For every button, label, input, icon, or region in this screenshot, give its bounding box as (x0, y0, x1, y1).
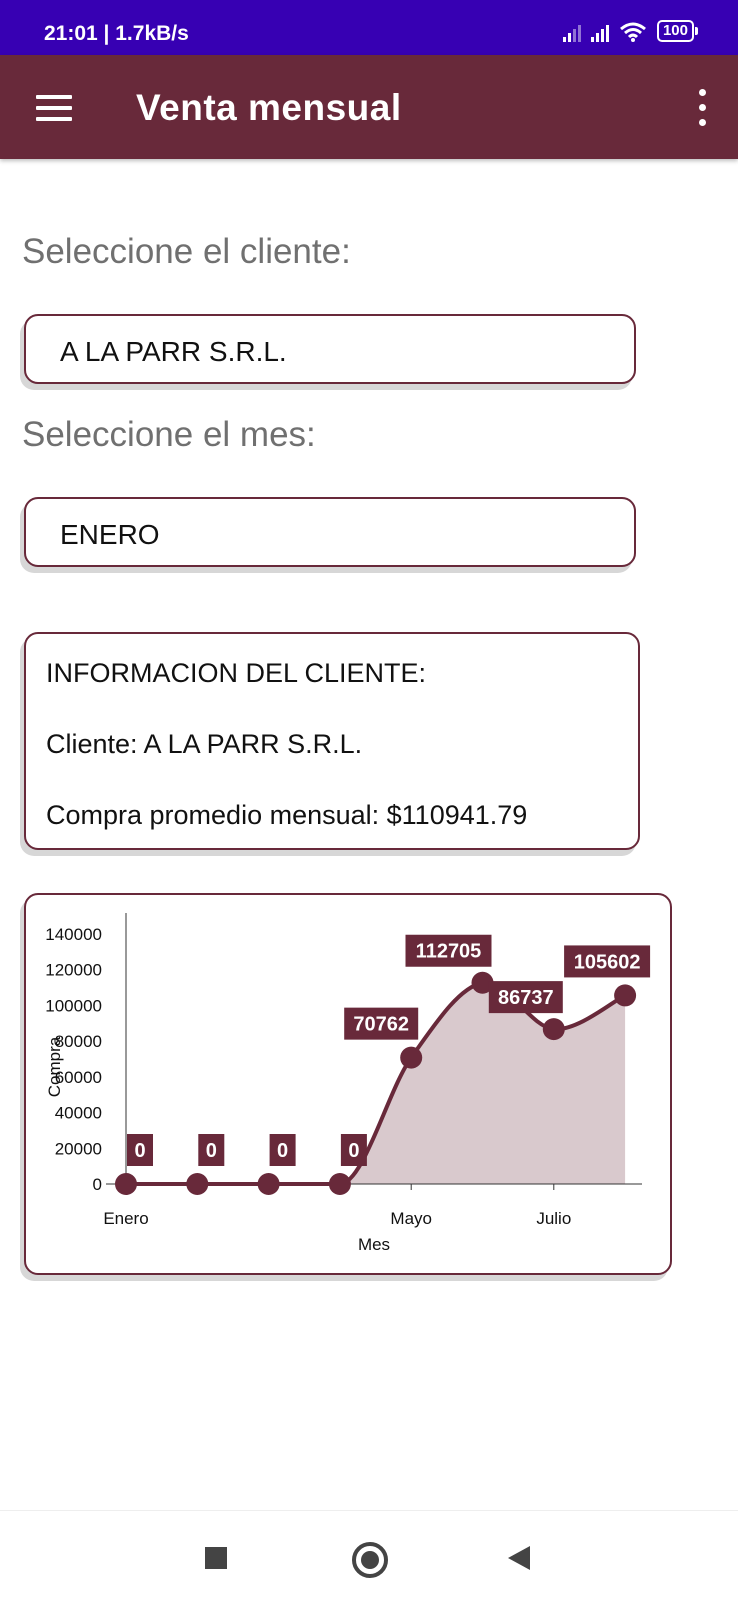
status-time: 21:01 | 1.7kB/s (44, 22, 189, 45)
status-icons: 100 (562, 20, 699, 42)
info-heading: INFORMACION DEL CLIENTE: (46, 658, 427, 688)
x-tick-label: Mayo (390, 1209, 432, 1228)
info-client: Cliente: A LA PARR S.R.L. (46, 729, 363, 759)
x-axis-label: Mes (358, 1235, 390, 1254)
info-average: Compra promedio mensual: $110941.79 (46, 800, 528, 830)
circle-home-icon[interactable] (352, 1542, 388, 1578)
status-bar: 21:01 | 1.7kB/s 100 (0, 0, 738, 55)
y-tick-label: 40000 (55, 1104, 102, 1123)
y-tick-label: 100000 (45, 996, 102, 1015)
y-tick-label: 20000 (55, 1139, 102, 1158)
data-label: 112705 (416, 941, 482, 963)
data-point (186, 1173, 209, 1195)
month-dropdown-value: ENERO (60, 519, 160, 550)
app-title: Venta mensual (136, 87, 402, 128)
app-bar: Venta mensual (0, 55, 738, 159)
x-tick-label: Julio (536, 1209, 571, 1228)
more-vert-icon[interactable] (696, 89, 708, 127)
data-label: 0 (206, 1140, 217, 1162)
purchase-chart: 020000400006000080000100000120000140000C… (45, 913, 651, 1254)
month-select-label: Seleccione el mes: (22, 415, 316, 454)
hamburger-menu-icon[interactable] (36, 95, 72, 121)
signal-1-icon (562, 24, 581, 42)
client-select-label: Seleccione el cliente: (22, 232, 351, 271)
square-recents-icon[interactable] (205, 1547, 227, 1569)
y-tick-label: 140000 (45, 925, 102, 944)
data-label: 0 (277, 1140, 288, 1162)
data-label: 86737 (498, 987, 554, 1009)
client-info-card: INFORMACION DEL CLIENTE: Cliente: A LA P… (24, 632, 640, 850)
client-dropdown-value: A LA PARR S.R.L. (60, 336, 287, 367)
data-point (115, 1173, 137, 1195)
data-label: 0 (348, 1140, 359, 1162)
system-nav-bar (0, 1510, 738, 1601)
battery-icon: 100 (656, 20, 699, 42)
client-dropdown[interactable]: A LA PARR S.R.L. (24, 314, 636, 384)
wifi-icon (620, 22, 646, 42)
x-tick-label: Enero (103, 1209, 148, 1228)
data-label: 105602 (574, 951, 641, 973)
month-dropdown[interactable]: ENERO (24, 497, 636, 567)
data-label: 70762 (353, 1014, 409, 1036)
data-point (400, 1046, 423, 1069)
data-point (542, 1018, 565, 1041)
triangle-back-icon[interactable] (508, 1546, 530, 1570)
y-axis-label: Compra (45, 1036, 64, 1097)
chart-card: 0 20000 40000 60000 80000 100000 120000 140000 C… (24, 893, 672, 1275)
data-point (614, 984, 637, 1007)
data-point (328, 1173, 351, 1195)
data-point (257, 1173, 280, 1195)
y-tick-label: 0 (93, 1175, 102, 1194)
y-tick-label: 120000 (45, 961, 102, 980)
data-label: 0 (134, 1140, 145, 1162)
signal-2-icon (590, 24, 609, 42)
